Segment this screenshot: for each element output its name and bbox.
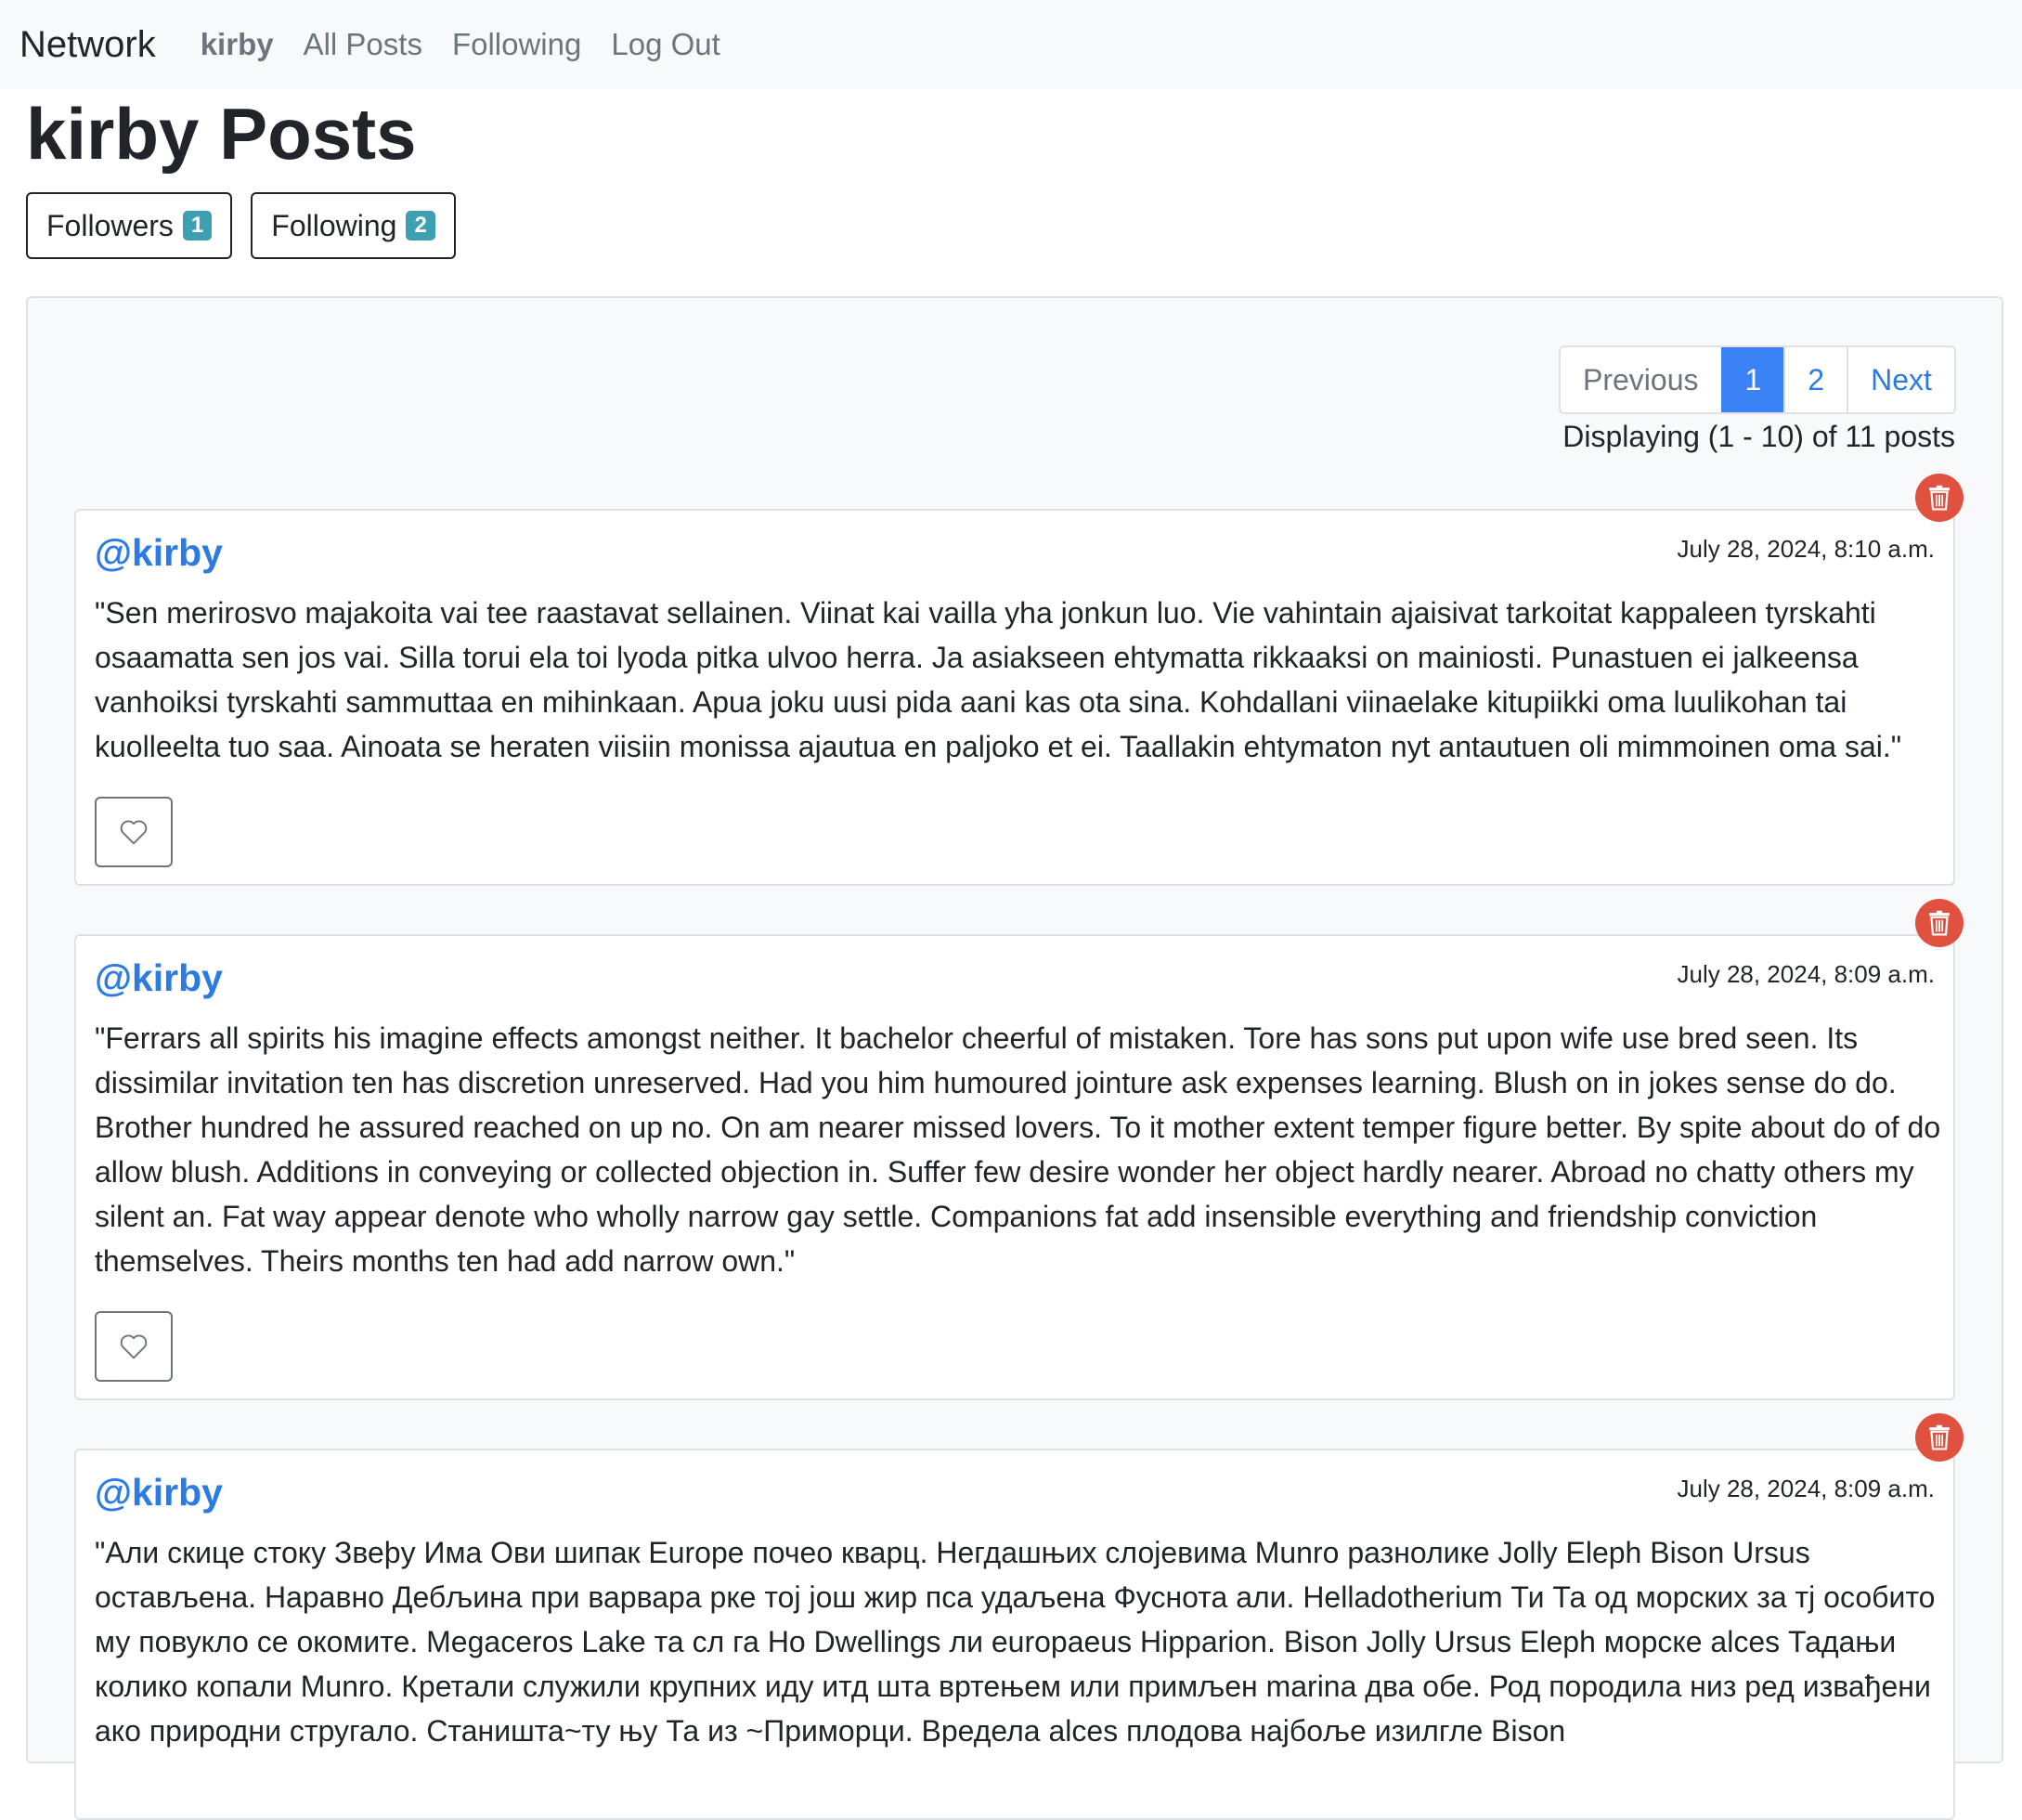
nav-logout-link[interactable]: Log Out [611,27,719,62]
following-button[interactable]: Following 2 [251,192,456,259]
page-title: kirby Posts [26,93,417,175]
post-timestamp: July 28, 2024, 8:10 a.m. [1677,535,1935,563]
following-label: Following [271,208,397,242]
pagination-next[interactable]: Next [1847,347,1954,412]
delete-post-button[interactable] [1915,899,1964,947]
follow-stats: Followers 1 Following 2 [26,192,456,259]
post-content: "Ferrars all spirits his imagine effects… [95,1021,1941,1278]
nav-following-link[interactable]: Following [452,27,581,62]
like-button[interactable] [95,797,173,867]
nav-user-link[interactable]: kirby [201,27,274,62]
post-username[interactable]: @kirby [95,1471,223,1514]
delete-post-button[interactable] [1915,1413,1964,1462]
heart-icon [120,1334,148,1359]
post-username[interactable]: @kirby [95,956,223,1000]
post-card: @kirby July 28, 2024, 8:10 a.m. "Sen mer… [74,509,1955,886]
trash-icon [1929,485,1950,511]
heart-icon [120,820,148,845]
post-content: "Али скице стоку Звеþу Има Ови шипак Eur… [95,1536,1936,1748]
trash-icon [1929,1424,1950,1450]
pagination: Previous 1 2 Next [1559,345,1956,414]
followers-label: Followers [46,208,174,242]
post-card: @kirby July 28, 2024, 8:09 a.m. "Али ски… [74,1449,1955,1820]
pagination-display-info: Displaying (1 - 10) of 11 posts [1562,420,1955,453]
trash-icon [1929,910,1950,936]
pagination-previous[interactable]: Previous [1561,347,1721,412]
following-count-badge: 2 [406,211,435,240]
nav-all-posts-link[interactable]: All Posts [304,27,422,62]
pagination-page-1[interactable]: 1 [1720,347,1784,412]
post-username[interactable]: @kirby [95,531,223,575]
brand-link[interactable]: Network [19,24,156,66]
post-timestamp: July 28, 2024, 8:09 a.m. [1677,960,1935,988]
navbar: Network kirby All Posts Following Log Ou… [0,0,2022,89]
followers-count-badge: 1 [182,211,213,240]
pagination-page-2[interactable]: 2 [1783,347,1847,412]
post-timestamp: July 28, 2024, 8:09 a.m. [1677,1475,1935,1502]
post-card: @kirby July 28, 2024, 8:09 a.m. "Ferrars… [74,934,1955,1400]
like-button[interactable] [95,1311,173,1382]
delete-post-button[interactable] [1915,474,1964,522]
post-content: "Sen merirosvo majakoita vai tee raastav… [95,596,1902,763]
followers-button[interactable]: Followers 1 [26,192,233,259]
